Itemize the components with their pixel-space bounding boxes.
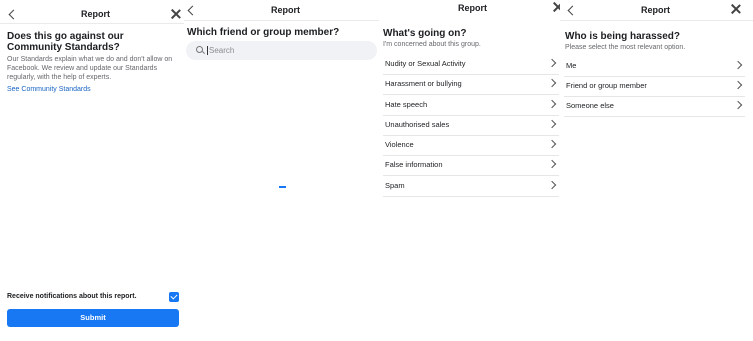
option-label: Someone else	[566, 101, 614, 110]
option-label: Violence	[385, 140, 414, 149]
chevron-right-icon	[733, 60, 743, 70]
who-harassed-heading: Who is being harassed?	[565, 31, 681, 42]
search-input[interactable]	[209, 44, 369, 57]
option-label: Nudity or Sexual Activity	[385, 59, 466, 68]
text-cursor	[207, 46, 208, 55]
harassed-option-friend[interactable]: Friend or group member	[564, 76, 745, 97]
search-field[interactable]	[186, 41, 377, 60]
header-divider	[560, 20, 753, 21]
whats-going-on-subheading: I'm concerned about this group.	[383, 41, 481, 48]
chevron-right-icon	[547, 78, 557, 88]
chevron-right-icon	[547, 180, 557, 190]
notification-checkbox[interactable]	[169, 292, 179, 302]
search-icon	[196, 46, 203, 53]
option-label: Spam	[385, 181, 405, 190]
report-option-hate-speech[interactable]: Hate speech	[383, 95, 559, 116]
option-label: Friend or group member	[566, 81, 647, 90]
chevron-right-icon	[547, 139, 557, 149]
panel-title: Report	[458, 3, 487, 13]
report-option-violence[interactable]: Violence	[383, 135, 559, 156]
report-option-harassment[interactable]: Harassment or bullying	[383, 74, 559, 95]
option-label: Unauthorised sales	[385, 120, 450, 129]
chevron-right-icon	[547, 58, 557, 68]
panel-title: Report	[641, 5, 670, 15]
close-icon[interactable]	[731, 4, 741, 14]
option-label: Me	[566, 61, 577, 70]
chevron-right-icon	[547, 159, 557, 169]
loading-indicator	[279, 186, 286, 188]
community-standards-description: Our Standards explain what we do and don…	[7, 56, 173, 81]
close-icon[interactable]	[171, 9, 181, 19]
harassed-option-me[interactable]: Me	[564, 56, 745, 77]
chevron-right-icon	[547, 119, 557, 129]
report-option-spam[interactable]: Spam	[383, 176, 559, 197]
header-divider	[184, 20, 379, 21]
chevron-right-icon	[547, 99, 557, 109]
back-chevron-icon[interactable]	[187, 5, 198, 16]
chevron-right-icon	[733, 100, 743, 110]
whats-going-on-heading: What's going on?	[383, 28, 467, 39]
panel-title: Report	[81, 9, 110, 19]
who-harassed-subheading: Please select the most relevant option.	[565, 44, 686, 51]
see-community-standards-link[interactable]: See Community Standards	[7, 86, 91, 93]
submit-button[interactable]: Submit	[7, 309, 179, 327]
chevron-right-icon	[733, 80, 743, 90]
back-chevron-icon[interactable]	[567, 5, 578, 16]
option-label: Hate speech	[385, 100, 428, 109]
select-member-heading: Which friend or group member?	[187, 27, 340, 38]
header-divider	[0, 23, 184, 24]
report-option-nudity[interactable]: Nudity or Sexual Activity	[383, 54, 559, 75]
back-chevron-icon[interactable]	[8, 9, 19, 20]
report-option-false-information[interactable]: False information	[383, 155, 559, 176]
option-label: Harassment or bullying	[385, 79, 462, 88]
close-icon[interactable]	[553, 2, 560, 12]
community-standards-heading: Does this go against our Community Stand…	[7, 31, 124, 53]
report-panel-select-member: Report Which friend or group member?	[184, 0, 379, 341]
option-label: False information	[385, 160, 443, 169]
report-panel-whats-going-on: Report What's going on? I'm concerned ab…	[379, 0, 560, 341]
report-panel-who-harassed: Report Who is being harassed? Please sel…	[560, 0, 753, 341]
notification-label: Receive notifications about this report.	[7, 293, 137, 300]
harassed-option-someone-else[interactable]: Someone else	[564, 96, 745, 117]
report-panel-community-standards: Report Does this go against our Communit…	[0, 0, 184, 341]
report-option-unauthorised-sales[interactable]: Unauthorised sales	[383, 115, 559, 136]
panel-title: Report	[271, 5, 300, 15]
